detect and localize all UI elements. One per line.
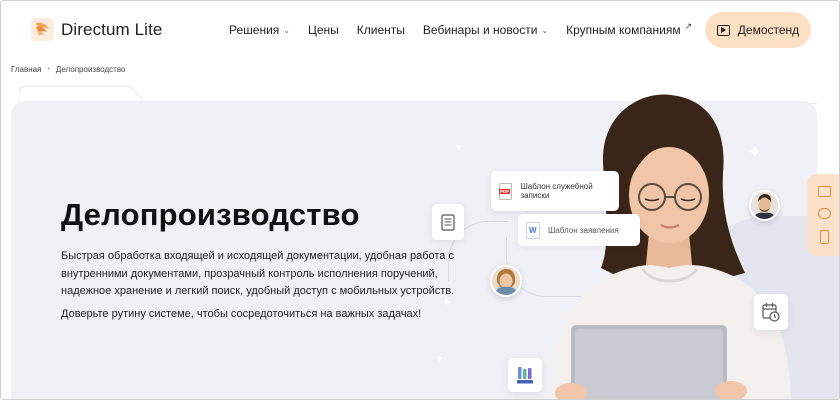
chevron-down-icon: ⌄ [541,26,549,35]
nav-item-solutions[interactable]: Решения ⌄ [229,23,290,37]
application-template-card: Шаблон заявления [518,214,640,246]
logo-text: Directum Lite [61,19,163,39]
logo[interactable]: Directum Lite [31,18,162,41]
avatar-woman [490,265,522,297]
breadcrumb-home[interactable]: Главная [11,65,41,74]
nav-label: Вебинары и новости [422,23,538,37]
breadcrumb: Главная • Делопроизводство [11,65,125,74]
memo-template-card: Шаблон служебной записки [491,171,619,211]
demo-button-label: Демостенд [737,23,800,37]
nav-label: Решения [229,23,280,37]
woman-with-laptop-illustration [551,94,791,399]
nav-label: Крупным компаниям [566,23,681,37]
nav-label: Клиенты [356,23,405,37]
calendar-clock-icon [762,303,780,322]
contact-side-widget [807,174,839,256]
demo-stand-button[interactable]: Демостенд [705,12,811,48]
document-icon [441,213,455,231]
calendar-clock-card [754,294,788,330]
site-header: Directum Lite Решения ⌄ Цены Клиенты Веб… [1,1,839,59]
pdf-file-icon [499,182,513,200]
main-nav: Решения ⌄ Цены Клиенты Вебинары и новост… [229,20,710,38]
breadcrumb-current: Делопроизводство [55,65,126,74]
hero-description: Быстрая обработка входящей и исходящей д… [61,250,455,297]
avatar-man [749,190,780,221]
chat-icon[interactable] [817,207,831,219]
nav-item-enterprise[interactable]: Крупным компаниям ↗ [566,20,693,38]
external-link-icon: ↗ [684,20,693,31]
play-icon [716,24,730,36]
page-title: Делопроизводство [61,197,360,232]
archive-folders-card [508,358,542,392]
phone-icon[interactable] [819,230,829,245]
nav-item-clients[interactable]: Клиенты [357,23,405,37]
hero-cta-text: Доверьте рутину системе, чтобы сосредото… [61,308,422,320]
sparkle-icon: ✦ [455,142,463,152]
chevron-down-icon: ⌄ [283,26,290,35]
document-icon-card [432,204,464,240]
page-frame: Directum Lite Решения ⌄ Цены Клиенты Веб… [0,0,840,400]
mail-icon[interactable] [817,185,831,197]
nav-item-webinars[interactable]: Вебинары и новости ⌄ [423,23,548,37]
word-file-icon [526,221,540,239]
directum-logo-icon [31,18,54,41]
nav-item-prices[interactable]: Цены [308,23,339,37]
archive-folders-icon [517,367,533,384]
application-template-label: Шаблон заявления [548,225,619,235]
sparkle-icon: ✦ [435,354,444,365]
nav-label: Цены [307,23,339,37]
memo-template-label: Шаблон служебной записки [520,182,593,200]
breadcrumb-separator-icon: • [47,66,50,73]
